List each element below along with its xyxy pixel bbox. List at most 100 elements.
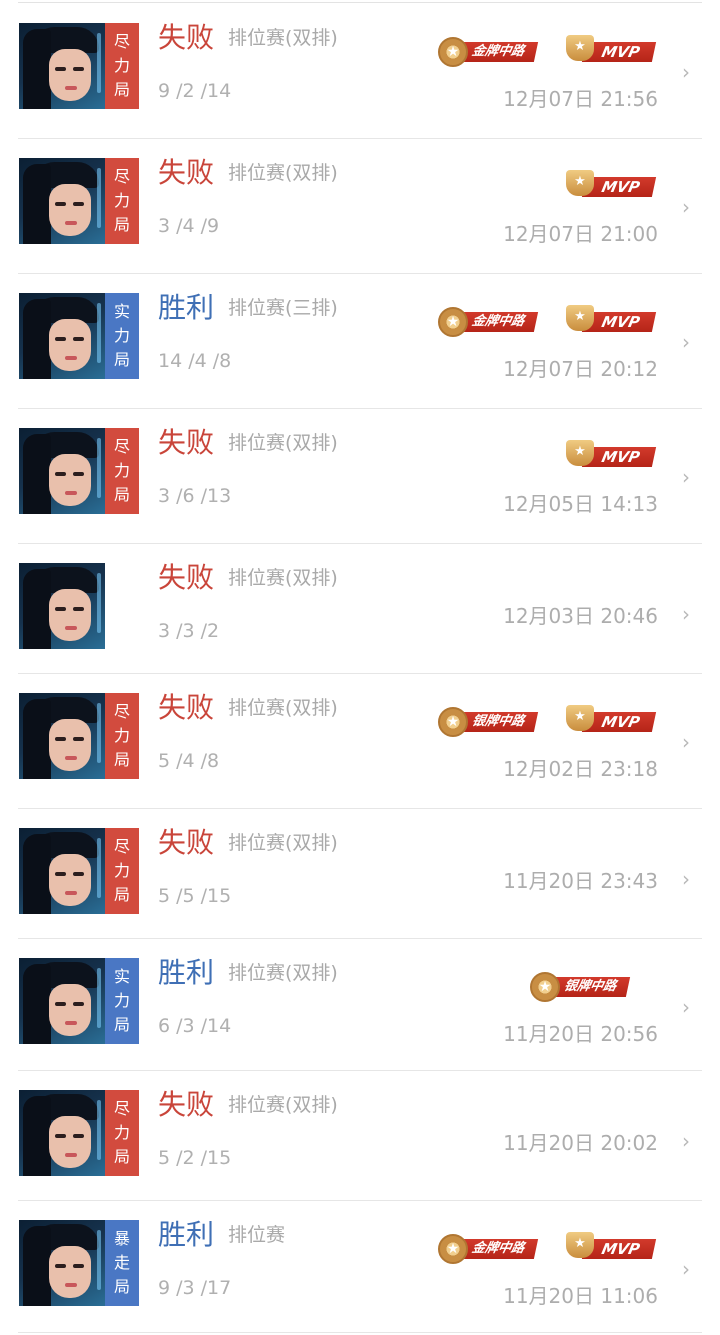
match-row[interactable]: 尽力局失败 排位赛(双排) 3 /4 /9 12月07日 21:00 › MVP ★ [0,140,720,274]
match-result: 胜利 [158,956,215,989]
medal-icon: ★ [438,307,468,337]
match-mode: 排位赛(双排) [228,697,338,719]
row-divider [18,938,702,939]
match-tag-char: 局 [113,750,130,769]
chevron-right-icon[interactable]: › [682,731,690,753]
match-kda: 3 /4 /9 [158,215,220,237]
hero-avatar [19,1220,105,1306]
hero-avatar [19,428,105,514]
match-kda: 6 /3 /14 [158,1015,232,1037]
match-tag-char: 尽 [113,1099,130,1118]
lane-medal-badge: 金牌中路 ★ [434,305,552,337]
match-tag-char: 实 [113,302,130,321]
match-result: 胜利 [158,291,215,324]
match-mode: 排位赛(双排) [228,1094,338,1116]
match-tag-char: 力 [113,56,130,75]
hero-avatar [19,958,105,1044]
chevron-right-icon[interactable]: › [682,466,690,488]
match-tag-badge: 实力局 [105,293,139,379]
match-time: 11月20日 11:06 [503,1284,658,1308]
match-row[interactable]: 尽力局失败 排位赛(双排) 5 /4 /8 12月02日 23:18 › MVP ★ 银牌中路… [0,675,720,809]
row-divider [18,1070,702,1071]
match-tag-char: 实 [113,967,130,986]
match-tag-badge: 尽力局 [105,23,139,109]
match-row[interactable]: 失败 排位赛(双排) 3 /3 /2 12月03日 20:46 › [0,545,720,674]
lane-medal-badge: 银牌中路 ★ [434,705,552,737]
row-divider [18,408,702,409]
hero-avatar [19,1090,105,1176]
match-row[interactable]: 暴走局胜利 排位赛 9 /3 /17 11月20日 11:06 › MVP ★ 金牌中路 ★ [0,1202,720,1333]
trophy-icon: ★ [566,705,594,731]
chevron-right-icon[interactable]: › [682,996,690,1018]
trophy-icon: ★ [566,170,594,196]
match-tag-char: 局 [113,485,130,504]
match-mode: 排位赛(双排) [228,27,338,49]
match-row[interactable]: 实力局胜利 排位赛(三排) 14 /4 /8 12月07日 20:12 › MVP ★ 金牌中… [0,275,720,409]
match-tag-char: 尽 [113,167,130,186]
lane-medal-badge: 金牌中路 ★ [434,35,552,67]
trophy-icon: ★ [566,305,594,331]
match-kda: 14 /4 /8 [158,350,232,372]
mvp-badge: MVP ★ [562,705,656,735]
chevron-right-icon[interactable]: › [682,331,690,353]
match-time: 12月03日 20:46 [503,604,658,628]
match-row[interactable]: 尽力局失败 排位赛(双排) 9 /2 /14 12月07日 21:56 › MVP ★ 金牌中… [0,5,720,139]
match-tag-char: 走 [113,1253,130,1272]
match-time: 12月07日 21:56 [503,87,658,111]
match-mode: 排位赛 [228,1224,286,1246]
row-divider [18,1332,702,1333]
match-row[interactable]: 实力局胜利 排位赛(双排) 6 /3 /14 11月20日 20:56 › 银牌中路 ★ [0,940,720,1071]
medal-icon: ★ [438,37,468,67]
medal-icon: ★ [438,707,468,737]
match-result: 失败 [158,426,215,459]
match-time: 11月20日 23:43 [503,869,658,893]
match-tag-char: 尽 [113,702,130,721]
match-mode: 排位赛(双排) [228,832,338,854]
match-tag-char: 尽 [113,437,130,456]
hero-avatar [19,563,105,649]
chevron-right-icon[interactable]: › [682,603,690,625]
match-tag-badge: 尽力局 [105,693,139,779]
chevron-right-icon[interactable]: › [682,868,690,890]
trophy-icon: ★ [566,1232,594,1258]
match-tag-char: 力 [113,726,130,745]
match-tag-badge: 实力局 [105,958,139,1044]
match-tag-char: 力 [113,461,130,480]
top-divider [18,2,702,3]
match-tag-char: 局 [113,80,130,99]
match-tag-char: 局 [113,1147,130,1166]
match-tag-badge: 暴走局 [105,1220,139,1306]
match-result: 失败 [158,1088,215,1121]
match-result: 失败 [158,561,215,594]
chevron-right-icon[interactable]: › [682,1258,690,1280]
row-divider [18,808,702,809]
match-tag-char: 力 [113,991,130,1010]
mvp-badge: MVP ★ [562,170,656,200]
match-mode: 排位赛(双排) [228,567,338,589]
match-tag-char: 力 [113,326,130,345]
mvp-badge: MVP ★ [562,35,656,65]
match-kda: 9 /2 /14 [158,80,232,102]
mvp-badge: MVP ★ [562,305,656,335]
chevron-right-icon[interactable]: › [682,1130,690,1152]
match-kda: 5 /2 /15 [158,1147,232,1169]
medal-icon: ★ [530,972,560,1002]
match-time: 12月07日 20:12 [503,357,658,381]
chevron-right-icon[interactable]: › [682,61,690,83]
match-tag-char: 力 [113,191,130,210]
match-tag-char: 尽 [113,837,130,856]
chevron-right-icon[interactable]: › [682,196,690,218]
match-result: 胜利 [158,1218,215,1251]
match-kda: 9 /3 /17 [158,1277,232,1299]
lane-medal-badge: 金牌中路 ★ [434,1232,552,1264]
match-row[interactable]: 尽力局失败 排位赛(双排) 5 /2 /15 11月20日 20:02 › [0,1072,720,1201]
match-row[interactable]: 尽力局失败 排位赛(双排) 5 /5 /15 11月20日 23:43 › [0,810,720,939]
match-kda: 5 /5 /15 [158,885,232,907]
match-mode: 排位赛(双排) [228,432,338,454]
match-row[interactable]: 尽力局失败 排位赛(双排) 3 /6 /13 12月05日 14:13 › MVP ★ [0,410,720,544]
match-tag-char: 局 [113,350,130,369]
match-time: 11月20日 20:02 [503,1131,658,1155]
match-time: 12月07日 21:00 [503,222,658,246]
match-tag-badge: 尽力局 [105,828,139,914]
match-tag-char: 暴 [113,1229,130,1248]
